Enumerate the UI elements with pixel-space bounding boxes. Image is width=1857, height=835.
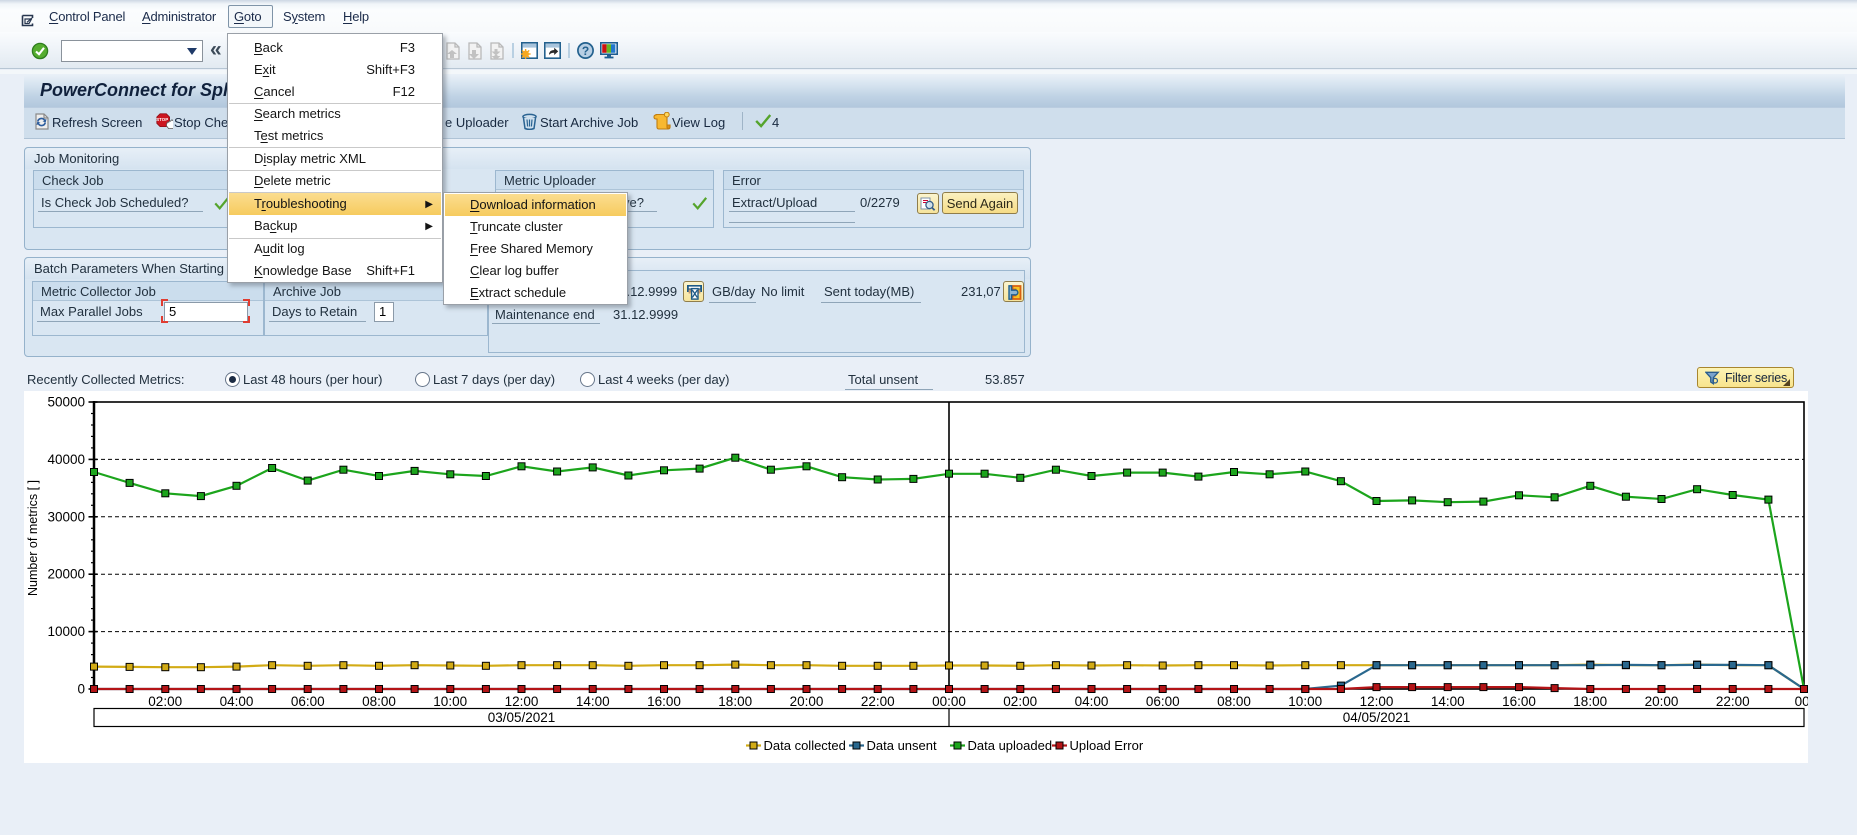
svg-text:20:00: 20:00 bbox=[1645, 694, 1679, 709]
svg-text:18:00: 18:00 bbox=[718, 694, 752, 709]
svg-text:10:00: 10:00 bbox=[433, 694, 467, 709]
svg-text:30000: 30000 bbox=[47, 509, 85, 524]
svg-text:14:00: 14:00 bbox=[1431, 694, 1465, 709]
svg-text:18:00: 18:00 bbox=[1573, 694, 1607, 709]
svg-text:12:00: 12:00 bbox=[505, 694, 539, 709]
svg-text:40000: 40000 bbox=[47, 452, 85, 467]
svg-text:Number of metrics [ ]: Number of metrics [ ] bbox=[26, 480, 40, 596]
svg-text:Data collected: Data collected bbox=[764, 738, 846, 753]
svg-text:22:00: 22:00 bbox=[861, 694, 895, 709]
svg-text:08:00: 08:00 bbox=[362, 694, 396, 709]
svg-text:14:00: 14:00 bbox=[576, 694, 610, 709]
svg-text:04:00: 04:00 bbox=[1075, 694, 1109, 709]
svg-text:04/05/2021: 04/05/2021 bbox=[1343, 710, 1411, 725]
svg-text:Data unsent: Data unsent bbox=[867, 738, 937, 753]
svg-text:STOP: STOP bbox=[156, 117, 168, 122]
svg-text:06:00: 06:00 bbox=[291, 694, 325, 709]
svg-text:02:00: 02:00 bbox=[1003, 694, 1037, 709]
svg-text:06:00: 06:00 bbox=[1146, 694, 1180, 709]
svg-text:12:00: 12:00 bbox=[1360, 694, 1394, 709]
svg-text:?: ? bbox=[582, 44, 589, 58]
svg-text:Data uploaded: Data uploaded bbox=[968, 738, 1053, 753]
svg-text:02:00: 02:00 bbox=[148, 694, 182, 709]
svg-text:03/05/2021: 03/05/2021 bbox=[488, 710, 556, 725]
svg-text:22:00: 22:00 bbox=[1716, 694, 1750, 709]
svg-text:20:00: 20:00 bbox=[790, 694, 824, 709]
svg-text:0: 0 bbox=[77, 682, 85, 697]
svg-text:16:00: 16:00 bbox=[1502, 694, 1536, 709]
svg-text:10000: 10000 bbox=[47, 624, 85, 639]
svg-text:16:00: 16:00 bbox=[647, 694, 681, 709]
svg-text:00:: 00: bbox=[1795, 694, 1808, 709]
svg-text:04:00: 04:00 bbox=[220, 694, 254, 709]
svg-text:Upload Error: Upload Error bbox=[1070, 738, 1144, 753]
svg-text:08:00: 08:00 bbox=[1217, 694, 1251, 709]
svg-text:00:00: 00:00 bbox=[932, 694, 966, 709]
svg-text:10:00: 10:00 bbox=[1288, 694, 1322, 709]
svg-text:20000: 20000 bbox=[47, 567, 85, 582]
svg-text:50000: 50000 bbox=[47, 395, 85, 410]
